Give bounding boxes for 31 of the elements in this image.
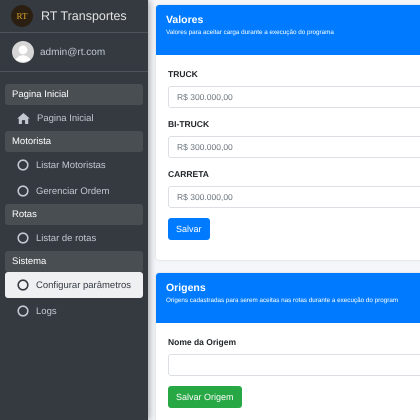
card-title: Origens <box>166 282 207 294</box>
circle-icon <box>17 185 29 197</box>
avatar-icon <box>12 41 34 63</box>
field-label: BI-TRUCK <box>168 119 210 129</box>
user-name: admin@rt.com <box>40 46 106 58</box>
nav-item[interactable]: Listar Motoristas <box>5 152 143 178</box>
circle-icon <box>17 279 29 291</box>
home-icon <box>17 112 30 124</box>
input-field[interactable]: R$ 300.000,00 <box>168 86 420 108</box>
nav-header: Pagina Inicial <box>5 84 143 105</box>
brand-name: RT Transportes <box>41 9 127 23</box>
field-label: Nome da Origem <box>168 337 236 347</box>
nav-item[interactable]: Pagina Inicial <box>5 105 143 131</box>
field-label: CARRETA <box>168 169 209 179</box>
brand-logo: RT <box>11 5 33 27</box>
nav-item[interactable]: Listar de rotas <box>5 225 143 251</box>
field-label: TRUCK <box>168 69 198 79</box>
card-title: Valores <box>166 14 204 26</box>
circle-icon <box>17 232 29 244</box>
save-button[interactable]: Salvar <box>168 218 210 240</box>
nav-item[interactable]: Logs <box>5 298 143 324</box>
nav-item[interactable]: Gerenciar Ordem <box>5 178 143 204</box>
input-field[interactable]: R$ 300.000,00 <box>168 136 420 158</box>
nav-header: Motorista <box>5 131 143 152</box>
nav-header: Rotas <box>5 204 143 225</box>
circle-icon <box>17 159 29 171</box>
nav-item[interactable]: Configurar parâmetros <box>5 272 143 298</box>
input-field[interactable] <box>168 354 420 376</box>
circle-icon <box>17 305 29 317</box>
nav-header: Sistema <box>5 251 143 272</box>
input-field[interactable]: R$ 300.000,00 <box>168 186 420 208</box>
